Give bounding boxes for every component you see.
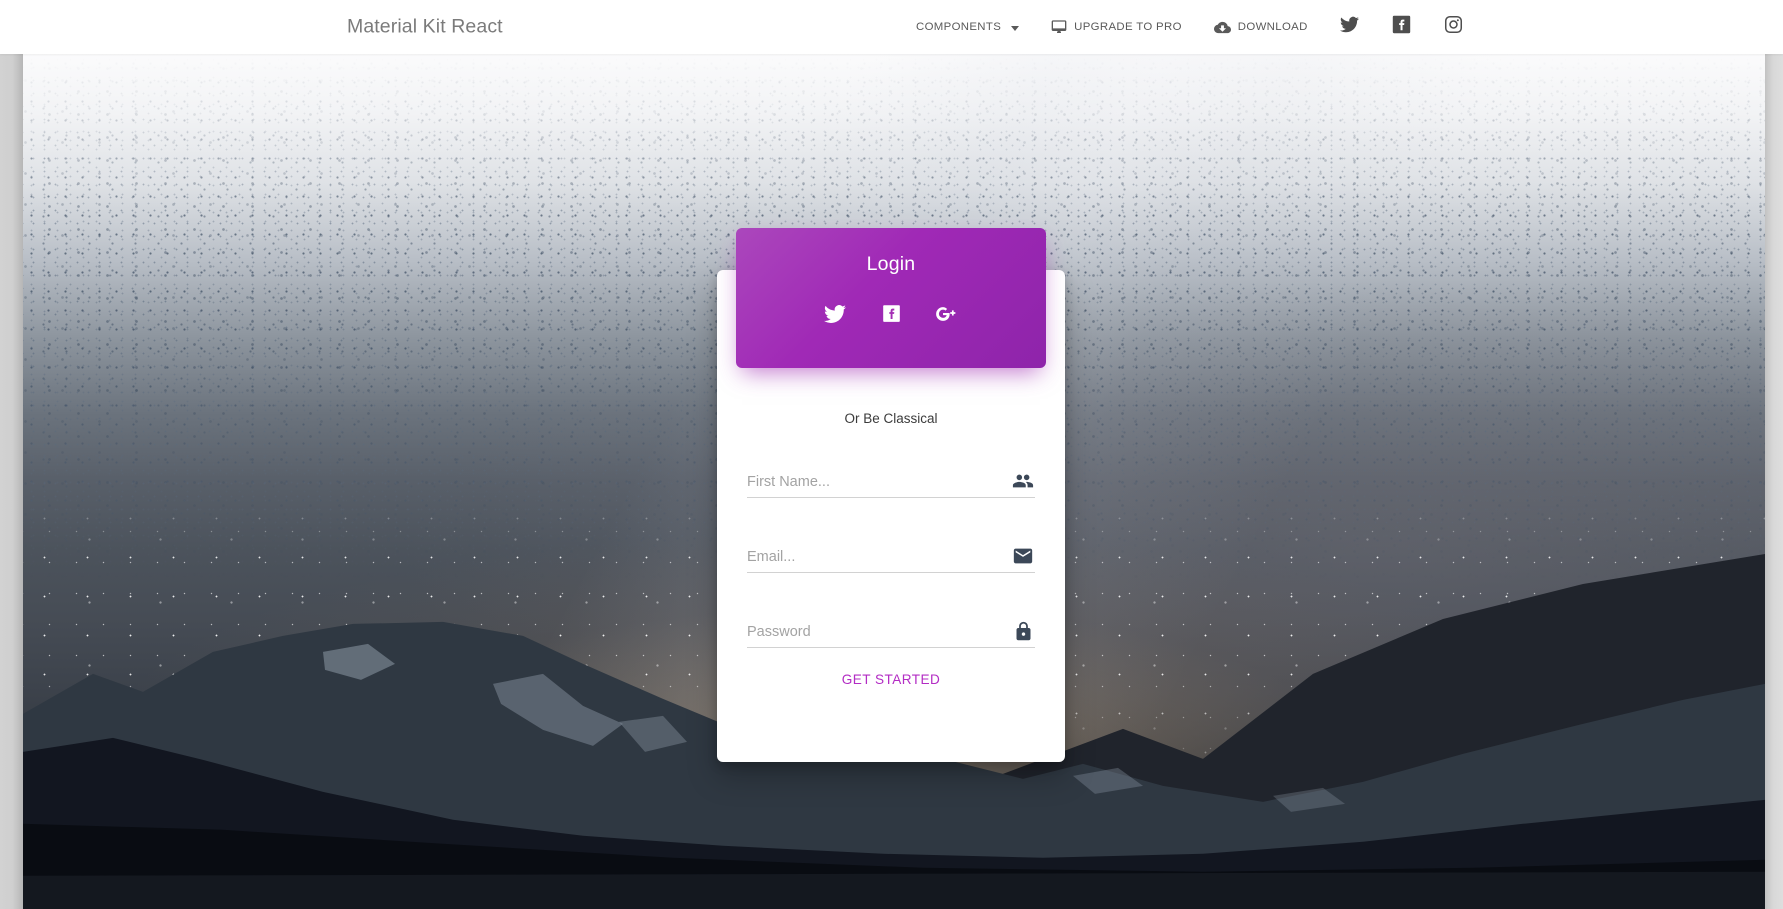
email-input[interactable] xyxy=(747,549,1011,572)
people-icon xyxy=(1011,469,1035,493)
chevron-down-icon xyxy=(1011,25,1020,31)
login-social-facebook-button[interactable] xyxy=(878,303,904,329)
login-card-header: Login xyxy=(736,228,1046,368)
nav-social-twitter[interactable] xyxy=(1324,0,1376,54)
password-input[interactable] xyxy=(747,624,1011,647)
lock-icon xyxy=(1011,619,1035,643)
nav-item-download[interactable]: DOWNLOAD xyxy=(1198,0,1324,54)
cloud-download-icon xyxy=(1213,19,1231,36)
instagram-icon xyxy=(1444,15,1463,39)
email-field-row xyxy=(747,527,1035,573)
nav-item-download-label: DOWNLOAD xyxy=(1237,21,1308,33)
first-name-input[interactable] xyxy=(747,474,1011,497)
get-started-button[interactable]: Get Started xyxy=(824,662,959,697)
nav-social-instagram[interactable] xyxy=(1428,0,1480,54)
top-navbar: Material Kit React COMPONENTS UPGRADE TO… xyxy=(0,0,1783,54)
facebook-icon xyxy=(1392,15,1411,39)
login-form-fields xyxy=(747,452,1035,677)
nav-item-upgrade-to-pro[interactable]: UPGRADE TO PRO xyxy=(1035,0,1198,54)
password-field-row xyxy=(747,602,1035,648)
login-divider-text: Or Be Classical xyxy=(844,411,938,426)
google-plus-icon xyxy=(934,303,960,330)
login-card-footer: Get Started xyxy=(717,662,1065,697)
login-card: Login Or Be Classical First Name... Emai… xyxy=(717,228,1065,762)
login-social-buttons xyxy=(822,303,960,329)
facebook-icon xyxy=(881,303,902,329)
email-icon xyxy=(1011,544,1035,568)
page-scrollbar-right[interactable] xyxy=(1765,54,1783,909)
nav-item-components[interactable]: COMPONENTS xyxy=(900,0,1035,54)
navbar-menu: COMPONENTS UPGRADE TO PRO DOWNLOAD xyxy=(900,0,1480,54)
nav-item-upgrade-to-pro-label: UPGRADE TO PRO xyxy=(1074,21,1182,33)
login-card-title: Login xyxy=(866,253,916,275)
twitter-icon xyxy=(1340,15,1360,39)
first-name-field-row xyxy=(747,452,1035,498)
brand-title[interactable]: Material Kit React xyxy=(347,16,503,39)
desktop-monitor-icon xyxy=(1051,19,1067,35)
nav-social-facebook[interactable] xyxy=(1376,0,1428,54)
page-root: Material Kit React COMPONENTS UPGRADE TO… xyxy=(0,0,1783,909)
page-gutter-left xyxy=(0,54,23,909)
login-social-twitter-button[interactable] xyxy=(822,303,848,329)
twitter-icon xyxy=(824,303,847,330)
nav-item-components-label: COMPONENTS xyxy=(916,21,1002,33)
login-social-google-plus-button[interactable] xyxy=(934,303,960,329)
